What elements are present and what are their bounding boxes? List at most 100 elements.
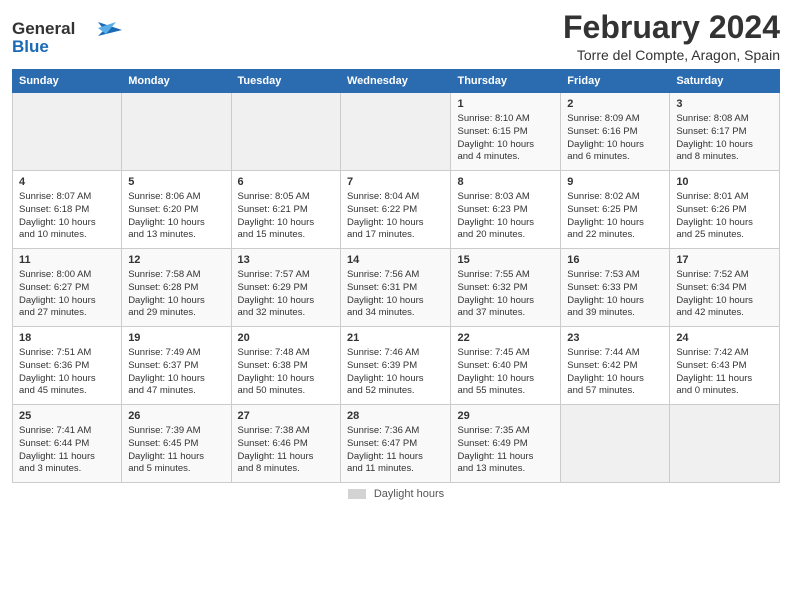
day-header-saturday: Saturday xyxy=(670,70,780,93)
day-number: 7 xyxy=(347,175,445,190)
day-cell: 18Sunrise: 7:51 AM Sunset: 6:36 PM Dayli… xyxy=(13,327,122,405)
subtitle: Torre del Compte, Aragon, Spain xyxy=(563,47,780,63)
day-number: 16 xyxy=(567,253,663,268)
day-info: Sunrise: 7:51 AM Sunset: 6:36 PM Dayligh… xyxy=(19,347,115,398)
day-number: 19 xyxy=(128,331,224,346)
day-cell: 11Sunrise: 8:00 AM Sunset: 6:27 PM Dayli… xyxy=(13,249,122,327)
day-number: 17 xyxy=(676,253,773,268)
day-info: Sunrise: 8:10 AM Sunset: 6:15 PM Dayligh… xyxy=(457,113,554,164)
calendar-table: SundayMondayTuesdayWednesdayThursdayFrid… xyxy=(12,69,780,483)
day-cell xyxy=(561,405,670,483)
day-number: 1 xyxy=(457,97,554,112)
day-cell: 9Sunrise: 8:02 AM Sunset: 6:25 PM Daylig… xyxy=(561,171,670,249)
day-info: Sunrise: 7:49 AM Sunset: 6:37 PM Dayligh… xyxy=(128,347,224,398)
week-row-3: 11Sunrise: 8:00 AM Sunset: 6:27 PM Dayli… xyxy=(13,249,780,327)
day-cell: 4Sunrise: 8:07 AM Sunset: 6:18 PM Daylig… xyxy=(13,171,122,249)
day-info: Sunrise: 7:39 AM Sunset: 6:45 PM Dayligh… xyxy=(128,425,224,476)
day-cell: 29Sunrise: 7:35 AM Sunset: 6:49 PM Dayli… xyxy=(451,405,561,483)
day-info: Sunrise: 8:04 AM Sunset: 6:22 PM Dayligh… xyxy=(347,191,445,242)
day-info: Sunrise: 7:35 AM Sunset: 6:49 PM Dayligh… xyxy=(457,425,554,476)
day-info: Sunrise: 7:46 AM Sunset: 6:39 PM Dayligh… xyxy=(347,347,445,398)
footer-label: Daylight hours xyxy=(374,488,444,500)
svg-text:General: General xyxy=(12,19,75,38)
day-cell: 22Sunrise: 7:45 AM Sunset: 6:40 PM Dayli… xyxy=(451,327,561,405)
day-info: Sunrise: 7:42 AM Sunset: 6:43 PM Dayligh… xyxy=(676,347,773,398)
day-info: Sunrise: 7:44 AM Sunset: 6:42 PM Dayligh… xyxy=(567,347,663,398)
day-cell: 20Sunrise: 7:48 AM Sunset: 6:38 PM Dayli… xyxy=(231,327,340,405)
day-number: 13 xyxy=(238,253,334,268)
week-row-5: 25Sunrise: 7:41 AM Sunset: 6:44 PM Dayli… xyxy=(13,405,780,483)
day-cell xyxy=(340,93,451,171)
day-header-thursday: Thursday xyxy=(451,70,561,93)
day-cell: 2Sunrise: 8:09 AM Sunset: 6:16 PM Daylig… xyxy=(561,93,670,171)
week-row-1: 1Sunrise: 8:10 AM Sunset: 6:15 PM Daylig… xyxy=(13,93,780,171)
day-cell: 28Sunrise: 7:36 AM Sunset: 6:47 PM Dayli… xyxy=(340,405,451,483)
day-number: 5 xyxy=(128,175,224,190)
day-info: Sunrise: 7:53 AM Sunset: 6:33 PM Dayligh… xyxy=(567,269,663,320)
day-cell xyxy=(13,93,122,171)
day-cell: 25Sunrise: 7:41 AM Sunset: 6:44 PM Dayli… xyxy=(13,405,122,483)
day-info: Sunrise: 7:55 AM Sunset: 6:32 PM Dayligh… xyxy=(457,269,554,320)
day-cell xyxy=(231,93,340,171)
day-info: Sunrise: 7:57 AM Sunset: 6:29 PM Dayligh… xyxy=(238,269,334,320)
day-header-tuesday: Tuesday xyxy=(231,70,340,93)
day-cell xyxy=(122,93,231,171)
day-cell: 5Sunrise: 8:06 AM Sunset: 6:20 PM Daylig… xyxy=(122,171,231,249)
day-cell: 7Sunrise: 8:04 AM Sunset: 6:22 PM Daylig… xyxy=(340,171,451,249)
day-info: Sunrise: 7:45 AM Sunset: 6:40 PM Dayligh… xyxy=(457,347,554,398)
day-number: 25 xyxy=(19,409,115,424)
day-cell xyxy=(670,405,780,483)
day-info: Sunrise: 7:41 AM Sunset: 6:44 PM Dayligh… xyxy=(19,425,115,476)
day-info: Sunrise: 8:09 AM Sunset: 6:16 PM Dayligh… xyxy=(567,113,663,164)
day-cell: 12Sunrise: 7:58 AM Sunset: 6:28 PM Dayli… xyxy=(122,249,231,327)
day-number: 10 xyxy=(676,175,773,190)
day-info: Sunrise: 7:38 AM Sunset: 6:46 PM Dayligh… xyxy=(238,425,334,476)
svg-text:Blue: Blue xyxy=(12,37,49,56)
header-row: SundayMondayTuesdayWednesdayThursdayFrid… xyxy=(13,70,780,93)
day-cell: 3Sunrise: 8:08 AM Sunset: 6:17 PM Daylig… xyxy=(670,93,780,171)
week-row-4: 18Sunrise: 7:51 AM Sunset: 6:36 PM Dayli… xyxy=(13,327,780,405)
day-cell: 13Sunrise: 7:57 AM Sunset: 6:29 PM Dayli… xyxy=(231,249,340,327)
day-header-friday: Friday xyxy=(561,70,670,93)
day-cell: 10Sunrise: 8:01 AM Sunset: 6:26 PM Dayli… xyxy=(670,171,780,249)
day-cell: 21Sunrise: 7:46 AM Sunset: 6:39 PM Dayli… xyxy=(340,327,451,405)
day-cell: 16Sunrise: 7:53 AM Sunset: 6:33 PM Dayli… xyxy=(561,249,670,327)
day-number: 18 xyxy=(19,331,115,346)
week-row-2: 4Sunrise: 8:07 AM Sunset: 6:18 PM Daylig… xyxy=(13,171,780,249)
day-cell: 17Sunrise: 7:52 AM Sunset: 6:34 PM Dayli… xyxy=(670,249,780,327)
day-info: Sunrise: 8:05 AM Sunset: 6:21 PM Dayligh… xyxy=(238,191,334,242)
day-cell: 8Sunrise: 8:03 AM Sunset: 6:23 PM Daylig… xyxy=(451,171,561,249)
day-number: 4 xyxy=(19,175,115,190)
title-block: February 2024 Torre del Compte, Aragon, … xyxy=(563,10,780,63)
day-number: 11 xyxy=(19,253,115,268)
page-container: General Blue February 2024 Torre del Com… xyxy=(0,0,792,506)
day-info: Sunrise: 8:00 AM Sunset: 6:27 PM Dayligh… xyxy=(19,269,115,320)
day-cell: 24Sunrise: 7:42 AM Sunset: 6:43 PM Dayli… xyxy=(670,327,780,405)
day-number: 12 xyxy=(128,253,224,268)
day-number: 2 xyxy=(567,97,663,112)
day-info: Sunrise: 8:01 AM Sunset: 6:26 PM Dayligh… xyxy=(676,191,773,242)
day-number: 6 xyxy=(238,175,334,190)
footer: Daylight hours xyxy=(12,488,780,500)
day-info: Sunrise: 8:03 AM Sunset: 6:23 PM Dayligh… xyxy=(457,191,554,242)
day-info: Sunrise: 7:36 AM Sunset: 6:47 PM Dayligh… xyxy=(347,425,445,476)
day-cell: 14Sunrise: 7:56 AM Sunset: 6:31 PM Dayli… xyxy=(340,249,451,327)
day-number: 3 xyxy=(676,97,773,112)
daylight-swatch xyxy=(348,489,366,499)
day-number: 8 xyxy=(457,175,554,190)
day-cell: 6Sunrise: 8:05 AM Sunset: 6:21 PM Daylig… xyxy=(231,171,340,249)
day-info: Sunrise: 8:06 AM Sunset: 6:20 PM Dayligh… xyxy=(128,191,224,242)
day-number: 26 xyxy=(128,409,224,424)
day-number: 28 xyxy=(347,409,445,424)
day-header-monday: Monday xyxy=(122,70,231,93)
day-info: Sunrise: 7:56 AM Sunset: 6:31 PM Dayligh… xyxy=(347,269,445,320)
day-cell: 23Sunrise: 7:44 AM Sunset: 6:42 PM Dayli… xyxy=(561,327,670,405)
main-title: February 2024 xyxy=(563,10,780,45)
day-info: Sunrise: 7:58 AM Sunset: 6:28 PM Dayligh… xyxy=(128,269,224,320)
day-number: 27 xyxy=(238,409,334,424)
day-cell: 26Sunrise: 7:39 AM Sunset: 6:45 PM Dayli… xyxy=(122,405,231,483)
day-info: Sunrise: 7:48 AM Sunset: 6:38 PM Dayligh… xyxy=(238,347,334,398)
day-info: Sunrise: 8:02 AM Sunset: 6:25 PM Dayligh… xyxy=(567,191,663,242)
day-number: 23 xyxy=(567,331,663,346)
day-number: 14 xyxy=(347,253,445,268)
